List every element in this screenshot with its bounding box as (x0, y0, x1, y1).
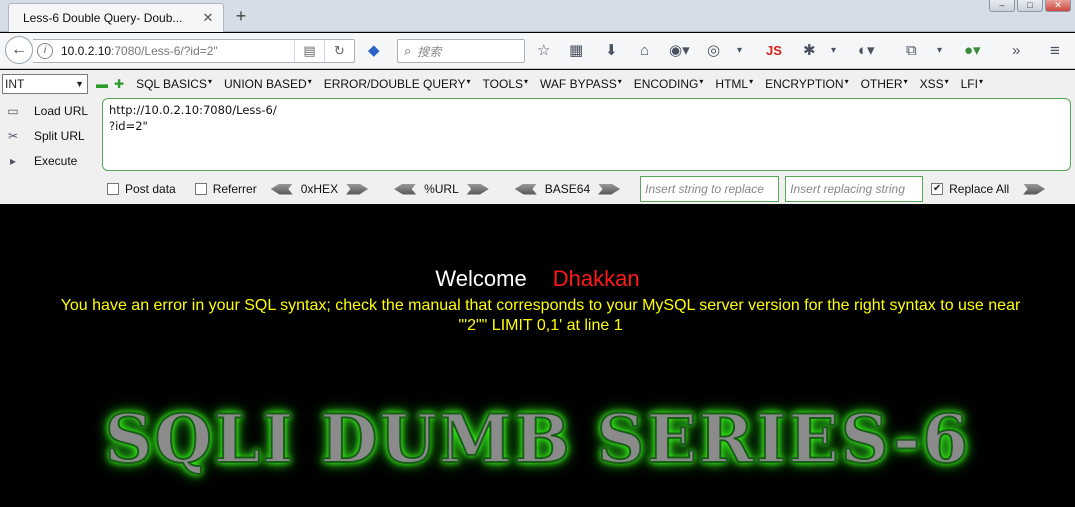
menu-lfi[interactable]: LFI (961, 77, 983, 91)
globe-icon[interactable]: ◉▾ (669, 41, 690, 61)
base64-encode-arrow-icon[interactable] (598, 183, 621, 195)
hamburger-menu-icon[interactable]: ≡ (1050, 41, 1060, 61)
referrer-label: Referrer (212, 182, 257, 196)
reader-view-icon[interactable]: ▤ (294, 40, 324, 62)
bug-icon[interactable]: ✱ (803, 41, 816, 61)
cookie-icon[interactable]: ◎ (707, 41, 720, 61)
url-bar[interactable]: i 10.0.2.10:7080/Less-6/?id=2" ▤ ↻ (33, 39, 355, 63)
type-select[interactable]: INT ▼ (2, 74, 88, 94)
post-data-checkbox[interactable] (107, 183, 119, 195)
proxy-icon[interactable]: ◐▾ (858, 41, 875, 61)
bookmarks-list-icon[interactable]: ▦ (569, 41, 583, 61)
menu-tools[interactable]: TOOLS (483, 77, 528, 91)
hex-decode-arrow-icon[interactable] (270, 183, 293, 195)
download-icon[interactable]: ⬇ (605, 41, 618, 61)
new-tab-button[interactable]: + (230, 5, 252, 27)
replace-arrow-icon[interactable] (1023, 183, 1046, 195)
hex-label: 0xHEX (300, 182, 339, 196)
search-icon: ⌕ (404, 43, 412, 58)
scissors-icon: ✂ (7, 128, 19, 143)
url-bar-icons: ▤ ↻ (294, 40, 354, 62)
load-url-icon: ▭ (7, 103, 19, 118)
translate-icon[interactable]: ●▾ (964, 41, 981, 61)
menu-encryption[interactable]: ENCRYPTION (765, 77, 848, 91)
url-textarea-line-2: ?id=2" (109, 119, 148, 133)
menu-encoding[interactable]: ENCODING (634, 77, 704, 91)
maximize-button[interactable]: □ (1017, 0, 1043, 12)
load-url-button[interactable]: ▭ Load URL (0, 98, 100, 123)
minimize-button[interactable]: – (989, 0, 1015, 12)
search-placeholder: 搜索 (417, 44, 442, 59)
base64-label: BASE64 (544, 182, 591, 196)
hackbar-menu: INT ▼ ▬ ✚ SQL BASICS UNION BASED ERROR/D… (0, 72, 1075, 96)
sql-error-line-1: You have an error in your SQL syntax; ch… (60, 297, 1021, 314)
url-textarea[interactable]: http://10.0.2.10:7080/Less-6/ ?id=2" (102, 98, 1071, 171)
tab-title: Less-6 Double Query- Doub... (23, 11, 183, 25)
base64-decode-arrow-icon[interactable] (514, 183, 537, 195)
bug-menu-chevron-down-icon[interactable]: ▾ (831, 41, 836, 61)
url-encode-label: %URL (424, 182, 459, 196)
hex-encode-arrow-icon[interactable] (346, 183, 369, 195)
url-encode-arrow-icon[interactable] (466, 183, 489, 195)
hackbar-panel: INT ▼ ▬ ✚ SQL BASICS UNION BASED ERROR/D… (0, 70, 1075, 204)
series-banner-text: SQLI DUMB SERIES-6 (104, 399, 971, 479)
execute-label: Execute (34, 153, 78, 168)
type-select-value: INT (5, 77, 25, 91)
home-icon[interactable]: ⌂ (640, 41, 649, 61)
post-data-label: Post data (125, 182, 176, 196)
referrer-checkbox[interactable] (194, 183, 207, 195)
menu-other[interactable]: OTHER (861, 77, 908, 91)
reload-icon[interactable]: ↻ (324, 40, 354, 62)
back-arrow-icon[interactable]: ← (5, 36, 33, 64)
load-url-label: Load URL (34, 103, 89, 118)
replace-string-input[interactable]: Insert string to replace (640, 176, 780, 202)
page-tools-icon[interactable]: ⧉ (906, 41, 917, 61)
menu-sql-basics[interactable]: SQL BASICS (136, 77, 212, 91)
banner-image: SQLI DUMB SERIES-6 (0, 399, 1075, 500)
play-icon: ▸ (9, 153, 17, 168)
overflow-chevron-icon[interactable]: » (1012, 41, 1020, 61)
menu-union-based[interactable]: UNION BASED (224, 77, 312, 91)
url-host: 10.0.2.10 (61, 44, 112, 58)
hackbar-actions: ▭ Load URL ✂ Split URL ▸ Execute (0, 98, 100, 173)
execute-button[interactable]: ▸ Execute (0, 148, 100, 173)
split-url-label: Split URL (34, 128, 85, 143)
split-url-button[interactable]: ✂ Split URL (0, 123, 100, 148)
replacing-string-input[interactable]: Insert replacing string (785, 176, 924, 202)
welcome-text: Welcome (435, 266, 527, 291)
replace-all-checkbox[interactable]: ✔ (931, 183, 944, 195)
search-box[interactable]: ⌕ 搜索 (397, 39, 525, 63)
hackbar-options: Post data Referrer 0xHEX %URL BASE64 Ins… (102, 175, 1075, 203)
menu-xss[interactable]: XSS (920, 77, 949, 91)
tab-less-6[interactable]: Less-6 Double Query- Doub... ✕ (8, 3, 224, 32)
tab-close-icon[interactable]: ✕ (201, 10, 215, 26)
window-controls: – □ ✕ (989, 0, 1071, 12)
nav-bar: ← i 10.0.2.10:7080/Less-6/?id=2" ▤ ↻ ◆ ⌕… (0, 33, 1075, 69)
close-window-button[interactable]: ✕ (1045, 0, 1071, 12)
cookie-menu-chevron-down-icon[interactable]: ▾ (737, 41, 742, 61)
page-tools-chevron-down-icon[interactable]: ▾ (937, 41, 942, 61)
url-textarea-line-1: http://10.0.2.10:7080/Less-6/ (109, 103, 277, 117)
plus-icon[interactable]: ✚ (114, 77, 124, 91)
url-decode-arrow-icon[interactable] (394, 183, 417, 195)
select-chevron-down-icon: ▼ (75, 79, 84, 89)
menu-waf-bypass[interactable]: WAF BYPASS (540, 77, 622, 91)
url-path: :7080/Less-6/?id=2" (111, 44, 218, 58)
minus-icon[interactable]: ▬ (96, 77, 108, 91)
page-content: Welcome Dhakkan You have an error in your… (0, 204, 1075, 507)
menu-error-double-query[interactable]: ERROR/DOUBLE QUERY (324, 77, 471, 91)
extension-bird-icon[interactable]: ◆ (368, 41, 380, 61)
welcome-heading: Welcome Dhakkan (0, 266, 1075, 292)
replace-all-label: Replace All (949, 182, 1010, 196)
sql-error-line-2: '"2"" LIMIT 0,1' at line 1 (458, 317, 623, 334)
js-toggle-icon[interactable]: JS (766, 41, 782, 61)
bookmark-star-icon[interactable]: ☆ (537, 41, 550, 61)
tab-strip: Less-6 Double Query- Doub... ✕ + – □ ✕ (0, 0, 1075, 32)
menu-html[interactable]: HTML (715, 77, 753, 91)
sql-error-message: You have an error in your SQL syntax; ch… (18, 296, 1063, 336)
user-name: Dhakkan (552, 266, 640, 291)
info-icon[interactable]: i (37, 43, 53, 59)
